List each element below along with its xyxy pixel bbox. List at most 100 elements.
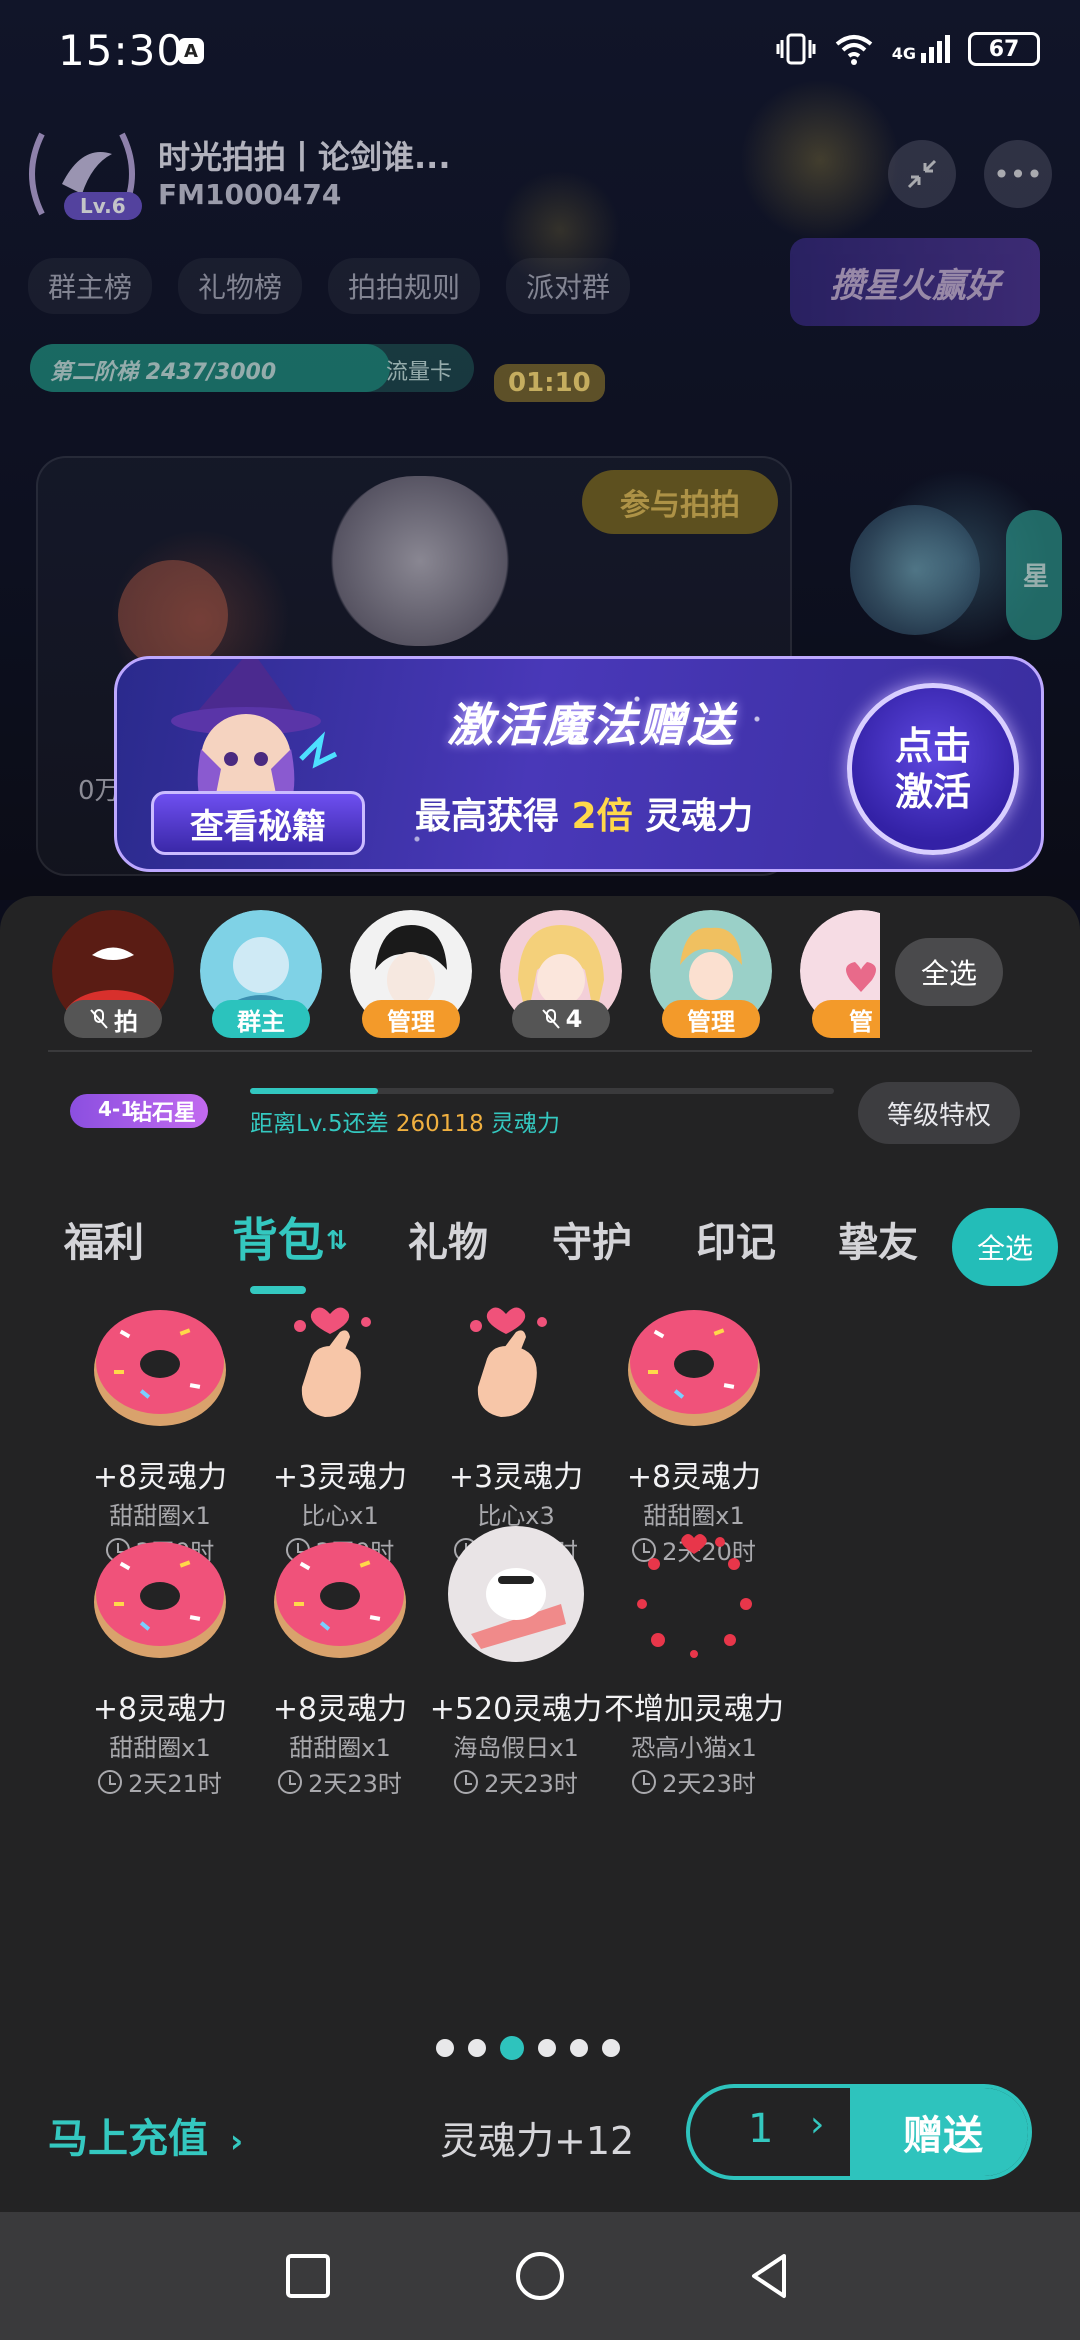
gift-tabs: 福利 背包 ⇅ 礼物 守护 印记 挚友 [0,1196,1080,1294]
stage-progress[interactable]: 第二阶梯 2437/3000 流量卡 [30,344,474,392]
gift-name: 恐高小猫x1 [631,1734,757,1762]
recipient-avatar[interactable]: 管理 [650,910,772,1038]
more-icon: ••• [993,157,1043,191]
clock-icon [454,1769,479,1794]
recipient-avatar[interactable]: 4 [500,910,622,1038]
promo-banner[interactable]: 攒星火赢好 [790,238,1040,326]
page-dot[interactable] [570,2039,588,2057]
vibrate-icon [776,33,816,65]
recipient-avatar[interactable]: 管理 [350,910,472,1038]
divider [48,1050,1032,1052]
page-dot[interactable] [538,2039,556,2057]
magic-gift-banner[interactable]: 查看秘籍 激活魔法赠送 最高获得 2倍 灵魂力 点击激活 [114,656,1044,872]
tab-gifts[interactable]: 礼物 [408,1210,488,1268]
mic-muted-tag: 拍 [64,1000,162,1038]
gift-expiry: 2天23时 [564,1764,824,1799]
mic-muted-tag: 4 [512,1000,610,1038]
donut-icon [628,1310,760,1426]
side-pill[interactable]: 星 [1006,510,1062,640]
host-tag: 群主 [212,1000,310,1038]
sort-icon[interactable]: ⇅ [326,1226,348,1256]
minimize-button[interactable] [888,140,956,208]
status-time: 15:30 [58,26,185,75]
subtitle-multiplier: 2倍 [571,796,633,837]
soul-power-total: 灵魂力+12 [440,2119,635,2163]
room-header: Lv.6 时光拍拍丨论剑谁... FM1000474 ••• [0,110,1080,240]
page-indicator [436,2036,620,2060]
heart-decoration [118,560,228,670]
system-nav-bar [0,2212,1080,2340]
recipient-avatar[interactable]: 群主 [200,910,322,1038]
status-icons: 4G 67 [776,32,1040,66]
recharge-link[interactable]: 马上充值 › [48,2106,243,2164]
room-tab-host-rank[interactable]: 群主榜 [28,258,153,314]
room-id: FM1000474 [158,178,342,211]
page-dot[interactable] [602,2039,620,2057]
donut-icon [94,1310,226,1426]
activate-label: 点击激活 [894,724,971,814]
page-dot[interactable] [500,2036,524,2060]
tag-label: 4 [565,1005,583,1033]
admin-tag: 管理 [362,1000,460,1038]
heart-ring-icon [637,1534,752,1658]
back-icon[interactable] [744,2250,796,2302]
home-icon[interactable] [514,2250,566,2302]
tab-friends[interactable]: 挚友 [838,1210,918,1268]
view-secret-button[interactable]: 查看秘籍 [151,791,365,855]
stage-character[interactable] [330,476,510,646]
select-all-gifts-button[interactable]: 全选 [952,1208,1058,1286]
room-tab-gift-rank[interactable]: 礼物榜 [178,258,303,314]
more-button[interactable]: ••• [984,140,1052,208]
level-text-amount: 260118 [395,1111,484,1137]
wifi-icon [835,35,873,65]
level-badge-name: 钻石星 [130,1101,197,1126]
recipient-avatar[interactable]: 管 [800,910,880,1038]
room-tab-rules[interactable]: 拍拍规则 [328,258,481,314]
subtitle-prefix: 最高获得 [415,796,572,837]
room-tabs: 群主榜 礼物榜 拍拍规则 派对群 [28,258,631,314]
gift-expiry-text: 2天21时 [128,1770,222,1798]
gift-expiry-text: 2天23时 [662,1770,756,1798]
cell-signal-icon: 4G [892,35,950,63]
level-progress-text: 距离Lv.5还差 260118 灵魂力 [250,1104,560,1138]
page-dot[interactable] [436,2039,454,2057]
recent-apps-icon[interactable] [282,2250,334,2302]
user-level-badge[interactable]: 4-1 钻石星 [70,1094,209,1128]
donut-icon [94,1542,226,1658]
join-button[interactable]: 参与拍拍 [582,470,778,534]
gift-item[interactable]: 不增加灵魂力恐高小猫x1 2天23时 [564,1524,804,1824]
recipient-list: 拍 群主 管理 4 管理 管 [0,910,880,1040]
battery-icon: 67 [968,32,1040,66]
tab-backpack[interactable]: 背包 [232,1204,324,1270]
level-badge-number: 4-1 [98,1097,135,1121]
tag-label: 拍 [114,1007,138,1036]
recharge-label: 马上充值 [48,2116,208,2162]
countdown-timer: 01:10 [494,364,605,402]
admin-tag: 管理 [662,1000,760,1038]
mic-off-icon [90,1009,108,1029]
level-privilege-button[interactable]: 等级特权 [858,1082,1020,1144]
room-tab-party-group[interactable]: 派对群 [506,258,631,314]
tab-guard[interactable]: 守护 [552,1210,632,1268]
room-title[interactable]: 时光拍拍丨论剑谁... [158,132,450,178]
send-button[interactable]: 赠送 [850,2088,1028,2176]
battery-level: 67 [988,36,1020,62]
quantity-chevron-icon[interactable]: › [810,2104,824,2145]
quantity-value[interactable]: 1 [748,2106,773,2152]
gift-soul-power: +8灵魂力 [626,1460,762,1495]
admin-tag: 管 [812,1000,880,1038]
chevron-right-icon: › [229,2122,244,2160]
mic-off-icon [541,1009,560,1029]
level-text-prefix: 距离Lv.5还差 [250,1111,396,1137]
activity-orb[interactable] [850,505,980,635]
tab-welfare[interactable]: 福利 [64,1210,144,1268]
magic-banner-subtitle: 最高获得 2倍 灵魂力 [415,787,753,839]
recipient-avatar[interactable]: 拍 [52,910,174,1040]
page-dot[interactable] [468,2039,486,2057]
subtitle-suffix: 灵魂力 [632,796,754,837]
tab-mark[interactable]: 印记 [696,1210,776,1268]
level-text-suffix: 灵魂力 [483,1111,561,1137]
gift-soul-power: 不增加灵魂力 [604,1692,784,1727]
select-all-recipients-button[interactable]: 全选 [895,938,1003,1006]
activate-button[interactable]: 点击激活 [847,683,1019,855]
